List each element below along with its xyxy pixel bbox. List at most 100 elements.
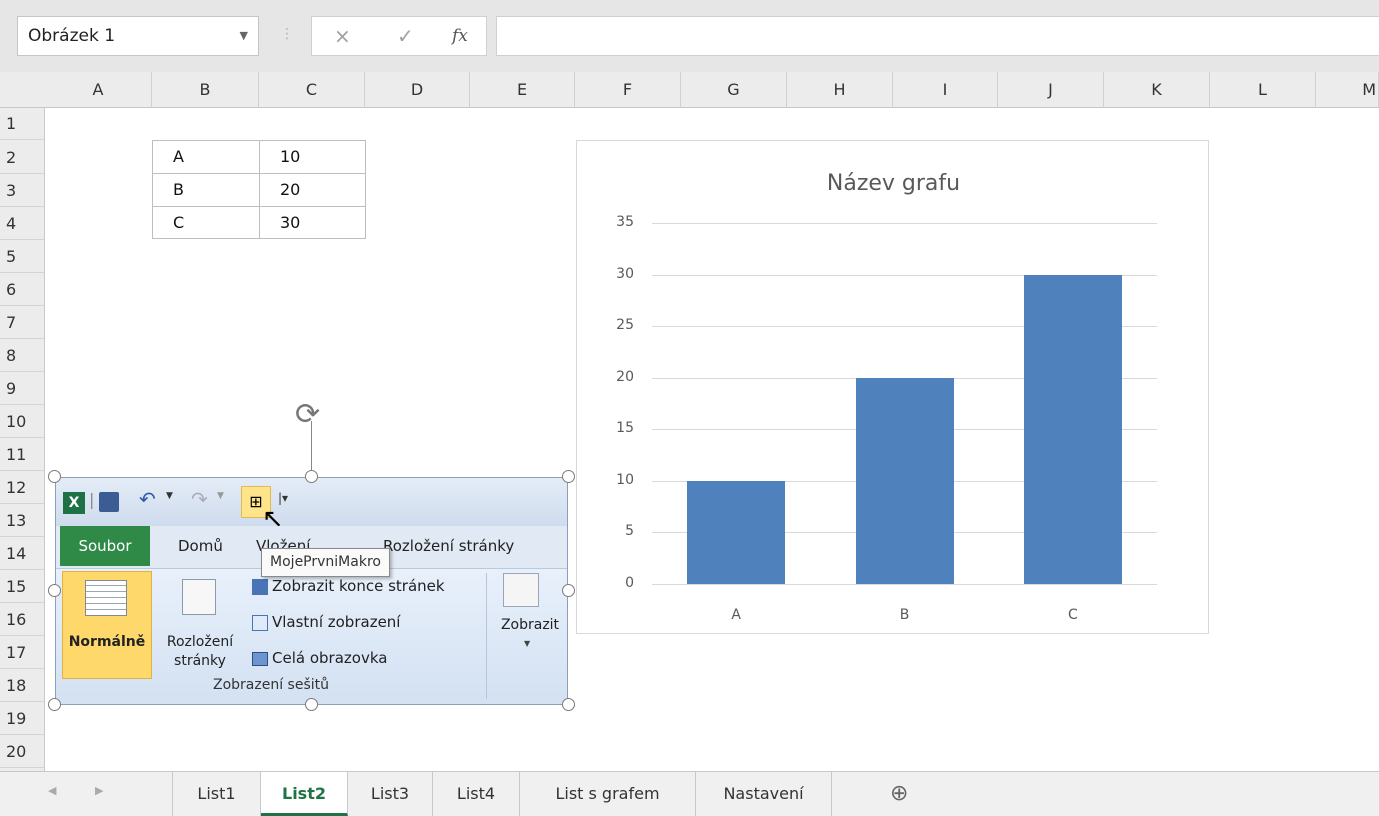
cell-c3[interactable]: 20 xyxy=(259,173,366,207)
row-header[interactable]: 20 xyxy=(0,735,44,768)
row-header[interactable]: 13 xyxy=(0,504,44,537)
resize-handle[interactable] xyxy=(305,470,318,483)
row-header[interactable]: 11 xyxy=(0,438,44,471)
column-header[interactable]: J xyxy=(998,72,1104,108)
row-header[interactable]: 14 xyxy=(0,537,44,570)
y-tick-label: 5 xyxy=(625,523,634,540)
row-header[interactable]: 5 xyxy=(0,240,44,273)
save-icon[interactable] xyxy=(99,492,119,512)
enter-icon[interactable]: ✓ xyxy=(397,24,414,48)
cell-b3[interactable]: B xyxy=(152,173,260,207)
column-header[interactable]: K xyxy=(1104,72,1210,108)
row-header[interactable]: 4 xyxy=(0,207,44,240)
row-header[interactable]: 3 xyxy=(0,174,44,207)
row-header[interactable]: 7 xyxy=(0,306,44,339)
y-tick-label: 20 xyxy=(616,368,634,385)
cell-b2[interactable]: A xyxy=(152,140,260,174)
column-header[interactable]: I xyxy=(893,72,998,108)
grid-icon xyxy=(85,580,127,616)
column-header[interactable]: D xyxy=(365,72,470,108)
resize-handle[interactable] xyxy=(48,470,61,483)
formula-input[interactable] xyxy=(496,16,1379,56)
sheet-tab[interactable]: List3 xyxy=(348,772,433,816)
column-header[interactable]: F xyxy=(575,72,681,108)
normal-view-label: Normálně xyxy=(68,634,146,650)
bar[interactable] xyxy=(1023,274,1122,584)
bar[interactable] xyxy=(855,377,954,584)
resize-handle[interactable] xyxy=(305,698,318,711)
row-header[interactable]: 10 xyxy=(0,405,44,438)
macro-tooltip: MojePrvniMakro xyxy=(261,548,390,577)
gridline xyxy=(652,584,1157,585)
grip-icon[interactable]: ⋮ xyxy=(280,26,294,42)
sheet-tab[interactable]: List4 xyxy=(433,772,520,816)
cell-b4[interactable]: C xyxy=(152,206,260,239)
rotate-icon[interactable]: ⟳ xyxy=(295,400,320,430)
column-header[interactable]: H xyxy=(787,72,893,108)
row-header[interactable]: 15 xyxy=(0,570,44,603)
column-header[interactable]: C xyxy=(259,72,365,108)
resize-handle[interactable] xyxy=(562,584,575,597)
row-header[interactable]: 18 xyxy=(0,669,44,702)
column-header[interactable]: E xyxy=(470,72,575,108)
column-header[interactable]: B xyxy=(152,72,259,108)
y-tick-label: 35 xyxy=(616,214,634,230)
column-header[interactable]: A xyxy=(45,72,152,108)
chevron-down-icon[interactable]: ▼ xyxy=(217,491,224,501)
page-breaks-label: Zobrazit konce stránek xyxy=(272,577,445,595)
resize-handle[interactable] xyxy=(562,470,575,483)
chevron-down-icon[interactable]: ▼ xyxy=(240,17,248,55)
full-screen-button[interactable]: Celá obrazovka xyxy=(252,649,387,667)
row-header[interactable]: 17 xyxy=(0,636,44,669)
chevron-down-icon[interactable]: ▼ xyxy=(166,491,173,501)
show-icon xyxy=(503,573,539,607)
custom-view-button[interactable]: Vlastní zobrazení xyxy=(252,613,400,631)
tab-home[interactable]: Domů xyxy=(178,526,223,566)
sheet-tab-active[interactable]: List2 xyxy=(261,772,348,816)
insert-function-icon[interactable]: fx xyxy=(452,26,468,46)
customize-icon[interactable]: |▾ xyxy=(278,491,288,505)
add-sheet-icon[interactable]: ⊕ xyxy=(890,781,908,806)
resize-handle[interactable] xyxy=(48,584,61,597)
resize-handle[interactable] xyxy=(562,698,575,711)
undo-icon[interactable]: ↶ xyxy=(139,487,156,511)
column-header[interactable]: G xyxy=(681,72,787,108)
tab-page-layout[interactable]: Rozložení stránky xyxy=(383,526,514,566)
show-button[interactable]: Zobrazit xyxy=(492,617,567,633)
page-breaks-button[interactable]: Zobrazit konce stránek xyxy=(252,577,445,595)
chart[interactable]: Název grafu 0 5 10 15 20 25 30 35 A B C xyxy=(576,140,1209,634)
row-headers: 1 2 3 4 5 6 7 8 9 10 11 12 13 14 15 16 1… xyxy=(0,108,45,771)
formula-buttons: × ✓ fx xyxy=(311,16,487,56)
row-header[interactable]: 2 xyxy=(0,141,44,174)
row-header[interactable]: 9 xyxy=(0,372,44,405)
prev-sheet-icon[interactable]: ◀ xyxy=(48,784,56,797)
row-header[interactable]: 6 xyxy=(0,273,44,306)
sheet-tab[interactable]: Nastavení xyxy=(696,772,832,816)
normal-view-button[interactable]: Normálně xyxy=(62,571,152,679)
page-layout-view-button[interactable]: Rozložení stránky xyxy=(156,571,244,679)
column-header[interactable]: M xyxy=(1316,72,1379,108)
name-box[interactable]: Obrázek 1 ▼ xyxy=(17,16,259,56)
row-header[interactable]: 1 xyxy=(0,108,44,140)
next-sheet-icon[interactable]: ▶ xyxy=(95,784,103,797)
cell-c4[interactable]: 30 xyxy=(259,206,366,239)
cell-c2[interactable]: 10 xyxy=(259,140,366,174)
bar[interactable] xyxy=(687,480,786,584)
x-tick-label: B xyxy=(899,607,910,623)
row-header[interactable]: 12 xyxy=(0,471,44,504)
tab-file[interactable]: Soubor xyxy=(60,526,150,566)
sheet-tab[interactable]: List s grafem xyxy=(520,772,696,816)
name-box-value: Obrázek 1 xyxy=(28,26,116,46)
row-header[interactable]: 8 xyxy=(0,339,44,372)
ribbon-picture[interactable]: X | ↶ ▼ ↷ ▼ ⊞ |▾ ↖ Soubor Domů Vložení R… xyxy=(55,477,568,705)
resize-handle[interactable] xyxy=(48,698,61,711)
gridline xyxy=(652,223,1157,224)
column-headers: A B C D E F G H I J K L M xyxy=(0,72,1379,108)
redo-icon[interactable]: ↷ xyxy=(191,487,208,511)
row-header[interactable]: 16 xyxy=(0,603,44,636)
cancel-icon[interactable]: × xyxy=(334,24,351,48)
group-separator xyxy=(486,573,487,699)
sheet-tab[interactable]: List1 xyxy=(172,772,261,816)
column-header[interactable]: L xyxy=(1210,72,1316,108)
row-header[interactable]: 19 xyxy=(0,702,44,735)
